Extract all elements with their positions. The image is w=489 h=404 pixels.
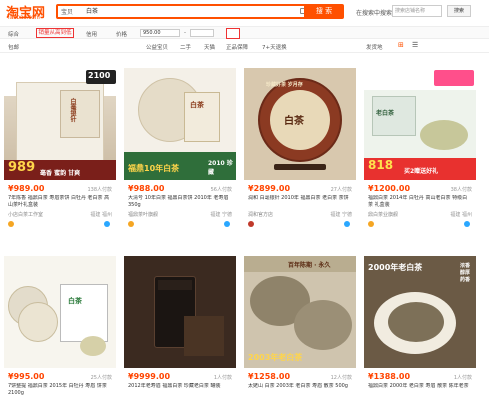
- filter-location[interactable]: 发货地: [366, 43, 383, 51]
- product-title[interactable]: 2012年老寿眉 福鼎白茶 珍藏老白茶 罐装: [128, 383, 232, 397]
- sales-count: 25人付款: [90, 375, 112, 381]
- sales-count: 27人付款: [330, 187, 352, 193]
- thumb-text: 白毫银针: [69, 98, 76, 122]
- thumb-text: 白茶: [68, 297, 82, 305]
- filter-bar: 综合 销量从高到低 信用 价格 950.00 -: [0, 26, 489, 39]
- product-price: ¥989.00: [8, 184, 45, 193]
- thumb-subtext: 浓香 醇厚 药香: [460, 263, 471, 283]
- thumb-text: 白茶: [284, 116, 304, 127]
- store-search-input[interactable]: 搜索店铺名称: [392, 5, 442, 17]
- sort-by-sales[interactable]: 销量从高到低: [36, 28, 74, 38]
- sales-count: 56人付款: [210, 187, 232, 193]
- filter-discount[interactable]: 包邮: [8, 43, 19, 51]
- product-image[interactable]: 白茶: [4, 256, 116, 368]
- shop-location: 福建 福州: [90, 212, 112, 218]
- filter-tmall[interactable]: 天猫: [204, 43, 215, 51]
- product-title[interactable]: 大清号 10年白茶 福鼎白茶饼 2010年 老寿眉 350g: [128, 195, 232, 209]
- product-title[interactable]: 太姥山 白茶 2003年 老白茶 寿眉 散茶 500g: [248, 383, 352, 397]
- chat-icon[interactable]: [104, 221, 110, 227]
- shop-name[interactable]: 鼎白茶业旗舰: [368, 211, 398, 218]
- search-scope-dropdown[interactable]: 宝贝: [61, 7, 73, 16]
- shop-name[interactable]: 润和官方店: [248, 211, 273, 218]
- product-image[interactable]: [124, 256, 236, 368]
- store-search-button[interactable]: 搜索: [447, 5, 471, 17]
- filter-second-hand[interactable]: 二手: [180, 43, 191, 51]
- product-price: ¥995.00: [8, 372, 45, 381]
- taobao-logo-sub: Taobao.com: [7, 15, 40, 21]
- top-bar: 淘宝网 Taobao.com 宝贝 搜 索 在搜索中搜索 搜索店铺名称 搜索: [0, 0, 489, 24]
- sales-count: 138人付款: [87, 187, 112, 193]
- thumb-text: 白茶: [190, 101, 204, 109]
- product-image[interactable]: 2000年老白茶 浓香 醇厚 药香: [364, 256, 476, 368]
- filter-charity[interactable]: 公益宝贝: [146, 43, 168, 51]
- list-view-icon[interactable]: ☰: [412, 41, 418, 49]
- shop-location: 福建 宁德: [210, 212, 232, 218]
- product-price: ¥988.00: [128, 184, 165, 193]
- product-title[interactable]: 润和 白毫银针 2010年 福鼎白茶 老白茶 茶饼: [248, 195, 352, 209]
- product-image[interactable]: 百年陈期 · 永久 2003年老白茶: [244, 256, 356, 368]
- seller-badge-icon: [8, 221, 14, 227]
- promo-price-tag: 989: [8, 160, 36, 175]
- product-price: ¥9999.00: [128, 372, 171, 381]
- product-image[interactable]: 白茶 福鼎10年白茶 2010 珍藏: [124, 68, 236, 180]
- chat-icon[interactable]: [464, 221, 470, 227]
- search-box: 宝贝: [56, 4, 338, 19]
- product-image[interactable]: 老白茶 818 买2赠送好礼: [364, 68, 476, 180]
- sales-count: 1人付款: [213, 375, 232, 381]
- search-input[interactable]: [86, 7, 266, 14]
- shop-name[interactable]: 福鼎茶叶旗舰: [128, 211, 158, 218]
- thumb-text: 老白茶: [376, 110, 395, 117]
- sales-count: 1人付款: [453, 375, 472, 381]
- thumb-subtext: 毫香 蜜韵 甘爽: [40, 170, 81, 177]
- seller-badge-icon: [248, 221, 254, 227]
- price-max-input[interactable]: [190, 29, 214, 37]
- search-within-label[interactable]: 在搜索中搜索: [356, 8, 392, 17]
- product-title[interactable]: 福鼎白茶 2014年 白牡丹 高山老白茶 特级白茶 礼盒装: [368, 195, 472, 209]
- price-min-input[interactable]: 950.00: [140, 29, 180, 37]
- shop-location: 福建 宁德: [330, 212, 352, 218]
- product-title[interactable]: 7饼整提 福鼎白茶 2015年 白牡丹 寿眉 饼茶 2100g: [8, 383, 112, 397]
- search-button[interactable]: 搜 索: [304, 4, 344, 19]
- filter-genuine[interactable]: 正品保障: [226, 43, 248, 51]
- corner-label: 2100: [88, 71, 111, 80]
- product-price: ¥2899.00: [248, 184, 291, 193]
- seller-badge-icon: [128, 221, 134, 227]
- sales-count: 38人付款: [450, 187, 472, 193]
- shop-location: 福建 福州: [450, 212, 472, 218]
- product-image[interactable]: 白茶 珍藏好茶 岁月存: [244, 68, 356, 180]
- shop-name[interactable]: 小店白茶工作室: [8, 211, 43, 218]
- chat-icon[interactable]: [344, 221, 350, 227]
- thumb-subtext: 买2赠送好礼: [404, 168, 439, 175]
- grid-view-icon[interactable]: ⊞: [398, 41, 404, 49]
- promo-title: 2003年老白茶: [248, 353, 303, 362]
- thumb-text: 百年陈期 · 永久: [288, 262, 331, 269]
- filter-7day-return[interactable]: 7+天退换: [262, 43, 287, 51]
- thumb-subtext: 珍藏好茶 岁月存: [266, 82, 303, 88]
- promo-title: 福鼎10年白茶: [128, 164, 180, 173]
- seller-badge-icon: [368, 221, 374, 227]
- product-price: ¥1258.00: [248, 372, 291, 381]
- product-image[interactable]: 白毫银针 2100 989 毫香 蜜韵 甘爽: [4, 68, 116, 180]
- thumb-subtext: 2010 珍藏: [208, 160, 233, 176]
- thumb-text: 2000年老白茶: [368, 263, 423, 272]
- chat-icon[interactable]: [224, 221, 230, 227]
- product-price: ¥1388.00: [368, 372, 411, 381]
- promo-price-tag: 818: [368, 158, 394, 172]
- product-price: ¥1200.00: [368, 184, 411, 193]
- price-confirm-button[interactable]: [226, 28, 240, 39]
- sort-default[interactable]: 综合: [8, 30, 19, 38]
- product-title[interactable]: 7年陈香 福鼎白茶 寿眉茶饼 白牡丹 老白茶 高山茶叶礼盒装: [8, 195, 112, 209]
- sort-by-credit[interactable]: 信用: [86, 30, 97, 38]
- sales-count: 12人付款: [330, 375, 352, 381]
- product-title[interactable]: 福鼎白茶 2000年 老白茶 寿眉 散茶 陈年老茶: [368, 383, 472, 397]
- sort-by-price[interactable]: 价格: [116, 30, 127, 38]
- filter-options-bar: 包邮 公益宝贝 二手 天猫 正品保障 7+天退换 发货地 ⊞ ☰: [0, 40, 489, 53]
